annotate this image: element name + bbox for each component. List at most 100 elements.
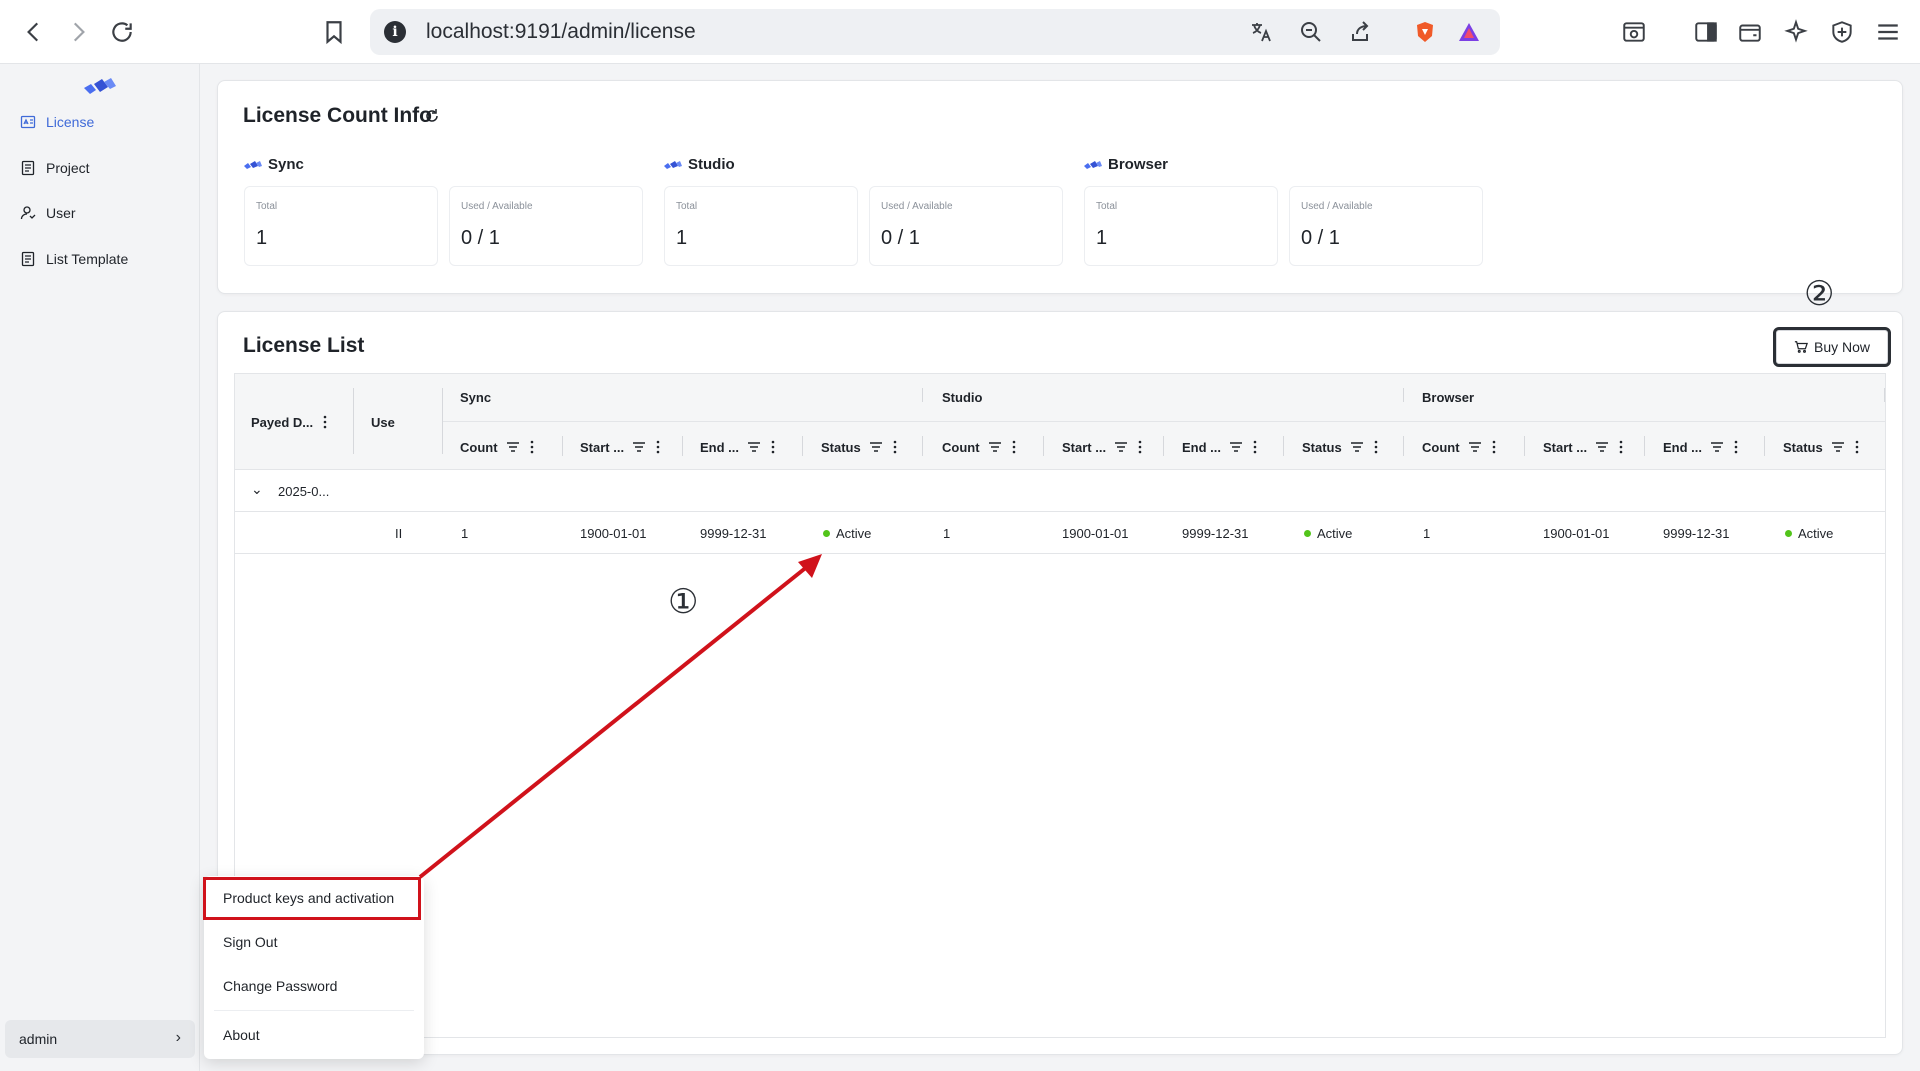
share-icon[interactable] — [1346, 17, 1376, 47]
column-menu-icon[interactable] — [1374, 440, 1378, 454]
table-group-row[interactable]: ⌄ 2025-0... — [235, 470, 1885, 512]
filter-icon[interactable] — [988, 440, 1002, 454]
translate-icon[interactable] — [1246, 17, 1276, 47]
sidebar-item-license[interactable]: License — [0, 102, 200, 142]
site-info-icon[interactable]: i — [384, 21, 406, 43]
column-menu-icon[interactable] — [1619, 440, 1623, 454]
product-logo-icon — [664, 160, 682, 169]
menu-item-product-keys[interactable]: Product keys and activation — [204, 878, 424, 918]
column-menu-icon[interactable] — [893, 440, 897, 454]
cell-sync-count: 1 — [461, 526, 469, 541]
stat-sync-used: Used / Available 0 / 1 — [449, 186, 643, 266]
column-separator[interactable] — [922, 388, 923, 402]
chevron-right-icon: › — [175, 1029, 181, 1046]
bookmark-icon[interactable] — [316, 14, 352, 50]
filter-icon[interactable] — [506, 440, 520, 454]
column-separator[interactable] — [1524, 436, 1525, 456]
column-header-studio-end[interactable]: End ... — [1182, 437, 1257, 457]
column-menu-icon[interactable] — [530, 440, 534, 454]
brave-rewards-icon[interactable] — [1454, 17, 1484, 47]
column-separator[interactable] — [1644, 436, 1645, 456]
column-separator[interactable] — [922, 436, 923, 456]
leo-ai-icon[interactable] — [1778, 14, 1814, 50]
filter-icon[interactable] — [1831, 440, 1845, 454]
group-header-studio: Studio — [942, 390, 983, 405]
zoom-out-icon[interactable] — [1296, 17, 1326, 47]
column-separator[interactable] — [1283, 436, 1284, 456]
column-header-studio-count[interactable]: Count — [942, 437, 1016, 457]
refresh-icon[interactable] — [424, 108, 440, 124]
column-header-browser-count[interactable]: Count — [1422, 437, 1496, 457]
column-separator[interactable] — [802, 436, 803, 456]
filter-icon[interactable] — [1710, 440, 1724, 454]
column-header-studio-start[interactable]: Start ... — [1062, 437, 1142, 457]
status-dot — [823, 530, 830, 537]
column-separator[interactable] — [682, 436, 683, 456]
column-header-sync-count[interactable]: Count — [460, 437, 534, 457]
column-menu-icon[interactable] — [771, 440, 775, 454]
product-label-studio: Studio — [664, 156, 735, 173]
column-header-payed[interactable]: Payed D... — [251, 412, 327, 432]
filter-icon[interactable] — [747, 440, 761, 454]
tab-search-icon[interactable] — [1616, 14, 1652, 50]
status-badge: Active — [823, 526, 871, 541]
sidebar-item-list-template[interactable]: List Template — [0, 239, 200, 279]
filter-icon[interactable] — [1229, 440, 1243, 454]
cell-browser-end: 9999-12-31 — [1663, 526, 1730, 541]
user-menu-trigger[interactable]: admin › — [5, 1020, 195, 1058]
wallet-icon[interactable] — [1732, 14, 1768, 50]
cell-studio-start: 1900-01-01 — [1062, 526, 1129, 541]
buy-now-button[interactable]: Buy Now — [1773, 327, 1891, 367]
brave-shield-icon[interactable] — [1410, 17, 1440, 47]
sidebar-item-project[interactable]: Project — [0, 148, 200, 188]
column-separator[interactable] — [1403, 388, 1404, 402]
filter-icon[interactable] — [869, 440, 883, 454]
column-separator[interactable] — [1163, 436, 1164, 456]
menu-item-change-password[interactable]: Change Password — [204, 966, 424, 1006]
sidebar-item-label: License — [46, 114, 95, 130]
menu-icon[interactable] — [1870, 14, 1906, 50]
column-separator[interactable] — [1884, 388, 1885, 402]
menu-item-about[interactable]: About — [204, 1015, 424, 1055]
column-separator[interactable] — [353, 388, 354, 454]
column-menu-icon[interactable] — [1138, 440, 1142, 454]
column-menu-icon[interactable] — [1492, 440, 1496, 454]
chevron-down-icon[interactable]: ⌄ — [251, 481, 263, 498]
back-icon[interactable] — [16, 14, 52, 50]
filter-icon[interactable] — [1350, 440, 1364, 454]
column-menu-icon[interactable] — [656, 440, 660, 454]
drag-handle-icon[interactable]: II — [395, 526, 402, 541]
filter-icon[interactable] — [1595, 440, 1609, 454]
column-menu-icon[interactable] — [1855, 440, 1859, 454]
column-menu-icon[interactable] — [1253, 440, 1257, 454]
sidebar-toggle-icon[interactable] — [1688, 14, 1724, 50]
forward-icon[interactable] — [60, 14, 96, 50]
address-bar[interactable]: i localhost:9191/admin/license — [370, 9, 1500, 55]
column-header-sync-start[interactable]: Start ... — [580, 437, 660, 457]
sidebar-item-user[interactable]: User — [0, 193, 200, 233]
column-header-browser-status[interactable]: Status — [1783, 437, 1859, 457]
browser-toolbar: i localhost:9191/admin/license — [0, 0, 1920, 64]
column-menu-icon[interactable] — [323, 415, 327, 429]
column-header-sync-end[interactable]: End ... — [700, 437, 775, 457]
filter-icon[interactable] — [1114, 440, 1128, 454]
column-menu-icon[interactable] — [1734, 440, 1738, 454]
column-separator[interactable] — [1764, 436, 1765, 456]
column-header-sync-status[interactable]: Status — [821, 437, 897, 457]
filter-icon[interactable] — [632, 440, 646, 454]
column-menu-icon[interactable] — [1012, 440, 1016, 454]
column-header-studio-status[interactable]: Status — [1302, 437, 1378, 457]
filter-icon[interactable] — [1468, 440, 1482, 454]
column-header-use[interactable]: Use — [371, 412, 395, 432]
column-separator[interactable] — [562, 436, 563, 456]
sidebar-item-label: List Template — [46, 251, 129, 267]
column-separator[interactable] — [1403, 436, 1404, 456]
table-row[interactable]: II 1 1900-01-01 9999-12-31 Active 1 1900… — [235, 512, 1885, 554]
vpn-shield-icon[interactable] — [1824, 14, 1860, 50]
column-header-browser-end[interactable]: End ... — [1663, 437, 1738, 457]
menu-item-sign-out[interactable]: Sign Out — [204, 922, 424, 962]
column-separator[interactable] — [1043, 436, 1044, 456]
url-text[interactable]: localhost:9191/admin/license — [426, 20, 696, 44]
column-header-browser-start[interactable]: Start ... — [1543, 437, 1623, 457]
reload-icon[interactable] — [104, 14, 140, 50]
